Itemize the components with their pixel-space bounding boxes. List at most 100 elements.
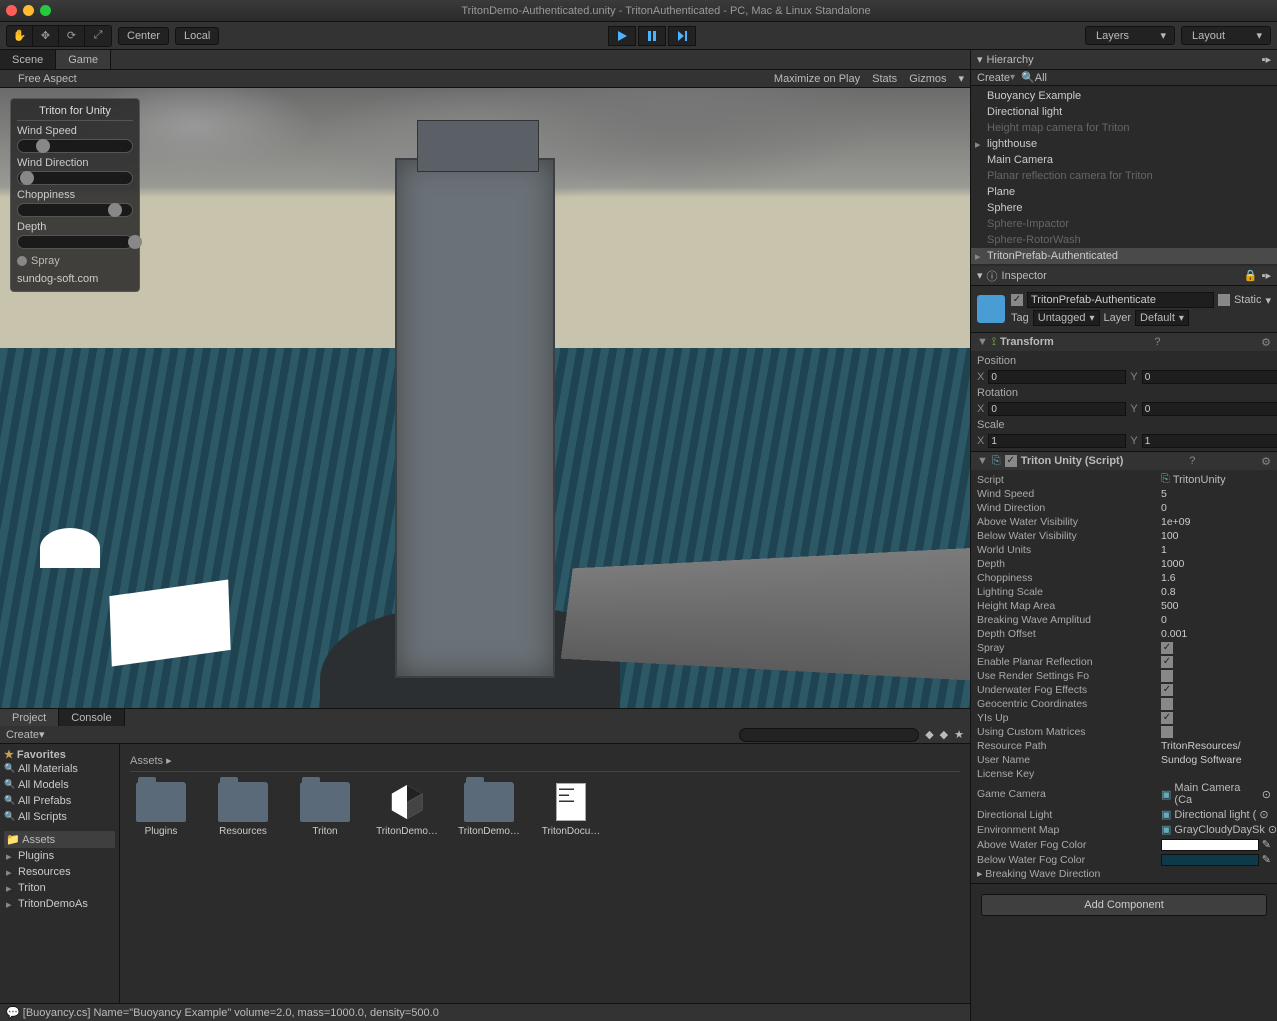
move-tool-icon[interactable]: ✥ (33, 26, 59, 46)
tree-tritondemo[interactable]: TritonDemoAs (4, 896, 115, 912)
gizmos-dropdown[interactable]: Gizmos (909, 73, 946, 85)
hierarchy-item[interactable]: lighthouse (971, 136, 1277, 152)
tab-project[interactable]: Project (0, 709, 59, 726)
checkbox[interactable] (1161, 712, 1173, 724)
checkbox[interactable] (1161, 670, 1173, 682)
property-value[interactable]: 500 (1161, 600, 1271, 612)
property-value[interactable]: ✎ (1161, 838, 1271, 851)
tab-game[interactable]: Game (56, 50, 111, 69)
chevron-down-icon[interactable]: ▼ (977, 336, 988, 348)
scl-x-input[interactable] (988, 434, 1126, 448)
choppiness-slider[interactable] (17, 203, 133, 217)
hierarchy-item[interactable]: TritonPrefab-Authenticated (971, 248, 1277, 264)
property-value[interactable]: ▣GrayCloudyDaySk ⊙ (1161, 823, 1271, 836)
chevron-down-icon[interactable]: ▾ (1265, 294, 1271, 307)
hierarchy-item[interactable]: Sphere (971, 200, 1277, 216)
tree-plugins[interactable]: Plugins (4, 848, 115, 864)
eyedropper-icon[interactable]: ✎ (1262, 853, 1271, 866)
zoom-icon[interactable] (40, 5, 51, 16)
project-asset-item[interactable]: Resources (212, 782, 274, 837)
property-value[interactable] (1161, 698, 1271, 710)
tag-dropdown[interactable]: Untagged ▾ (1033, 310, 1100, 326)
property-value[interactable]: 0 (1161, 614, 1271, 626)
add-component-button[interactable]: Add Component (981, 894, 1267, 916)
layout-dropdown[interactable]: Layout▾ (1181, 26, 1271, 45)
layer-dropdown[interactable]: Default ▾ (1135, 310, 1189, 326)
property-value[interactable]: 1e+09 (1161, 516, 1271, 528)
pivot-local-toggle[interactable]: Local (175, 27, 219, 45)
property-value[interactable] (1161, 726, 1271, 738)
property-value[interactable]: 5 (1161, 488, 1271, 500)
hierarchy-item[interactable]: Directional light (971, 104, 1277, 120)
star-icon[interactable]: ★ (954, 728, 964, 741)
property-value[interactable]: 1 (1161, 544, 1271, 556)
property-value[interactable] (1161, 670, 1271, 682)
panel-menu-icon[interactable]: ▪▸ (1262, 269, 1271, 282)
gear-icon[interactable]: ⚙ (1261, 336, 1271, 349)
tree-triton[interactable]: Triton (4, 880, 115, 896)
hierarchy-item[interactable]: Planar reflection camera for Triton (971, 168, 1277, 184)
checkbox[interactable] (1161, 698, 1173, 710)
help-icon[interactable]: ? (1154, 336, 1160, 348)
filter-icon[interactable]: ◆ (940, 728, 948, 741)
gear-icon[interactable]: ⚙ (1261, 455, 1271, 468)
tree-assets[interactable]: 📁 Assets (4, 831, 115, 848)
project-search-input[interactable] (739, 728, 919, 742)
property-value[interactable]: 1000 (1161, 558, 1271, 570)
property-value[interactable] (1161, 656, 1271, 668)
panel-menu-icon[interactable]: ▪▸ (1262, 53, 1271, 66)
property-value[interactable]: 0.8 (1161, 586, 1271, 598)
minimize-icon[interactable] (23, 5, 34, 16)
property-value[interactable]: 1.6 (1161, 572, 1271, 584)
property-value[interactable] (1161, 712, 1271, 724)
property-value[interactable]: 0.001 (1161, 628, 1271, 640)
tab-scene[interactable]: Scene (0, 50, 56, 69)
component-enabled-checkbox[interactable] (1005, 455, 1017, 467)
search-icon[interactable]: 🔍All (1021, 71, 1047, 84)
rotate-tool-icon[interactable]: ⟳ (59, 26, 85, 46)
rot-x-input[interactable] (988, 402, 1126, 416)
static-checkbox[interactable] (1218, 294, 1230, 306)
maximize-toggle[interactable]: Maximize on Play (774, 73, 860, 85)
rot-y-input[interactable] (1142, 402, 1277, 416)
property-value[interactable]: ✎ (1161, 853, 1271, 866)
tree-all-models[interactable]: All Models (4, 777, 115, 793)
object-picker-icon[interactable]: ⊙ (1268, 823, 1277, 836)
checkbox[interactable] (1161, 726, 1173, 738)
hierarchy-create-dropdown[interactable]: Create (977, 72, 1010, 84)
scale-tool-icon[interactable]: ⤢ (85, 26, 111, 46)
tab-console[interactable]: Console (59, 709, 124, 726)
wind-speed-slider[interactable] (17, 139, 133, 153)
tree-all-prefabs[interactable]: All Prefabs (4, 793, 115, 809)
checkbox[interactable] (1161, 642, 1173, 654)
close-icon[interactable] (6, 5, 17, 16)
tree-all-materials[interactable]: All Materials (4, 761, 115, 777)
lock-icon[interactable]: 🔒 (1244, 269, 1258, 282)
project-asset-item[interactable]: TritonDemo… (376, 782, 438, 837)
pause-button[interactable] (638, 26, 666, 46)
favorites-header[interactable]: ★ Favorites (4, 748, 115, 761)
color-swatch[interactable] (1161, 854, 1259, 866)
stats-toggle[interactable]: Stats (872, 73, 897, 85)
hierarchy-item[interactable]: Main Camera (971, 152, 1277, 168)
project-asset-item[interactable]: ▬▬▬▬▬▬▬▬TritonDocu… (540, 782, 602, 837)
hierarchy-item[interactable]: Buoyancy Example (971, 88, 1277, 104)
filter-icon[interactable]: ◆ (925, 728, 933, 741)
color-swatch[interactable] (1161, 839, 1259, 851)
hierarchy-item[interactable]: Sphere-Impactor (971, 216, 1277, 232)
property-value[interactable]: 100 (1161, 530, 1271, 542)
hierarchy-item[interactable]: Plane (971, 184, 1277, 200)
help-icon[interactable]: ? (1189, 455, 1195, 467)
project-create-dropdown[interactable]: Create (6, 729, 39, 741)
project-asset-item[interactable]: Plugins (130, 782, 192, 837)
pos-y-input[interactable] (1142, 370, 1277, 384)
property-value[interactable]: ▣Main Camera (Ca ⊙ (1161, 782, 1271, 806)
property-value[interactable]: TritonResources/ (1161, 740, 1271, 752)
checkbox[interactable] (1161, 656, 1173, 668)
property-value[interactable]: ▣Directional light ( ⊙ (1161, 808, 1271, 821)
play-button[interactable] (608, 26, 636, 46)
property-value[interactable]: Sundog Software (1161, 754, 1271, 766)
tree-resources[interactable]: Resources (4, 864, 115, 880)
checkbox[interactable] (1161, 684, 1173, 696)
project-asset-item[interactable]: Triton (294, 782, 356, 837)
